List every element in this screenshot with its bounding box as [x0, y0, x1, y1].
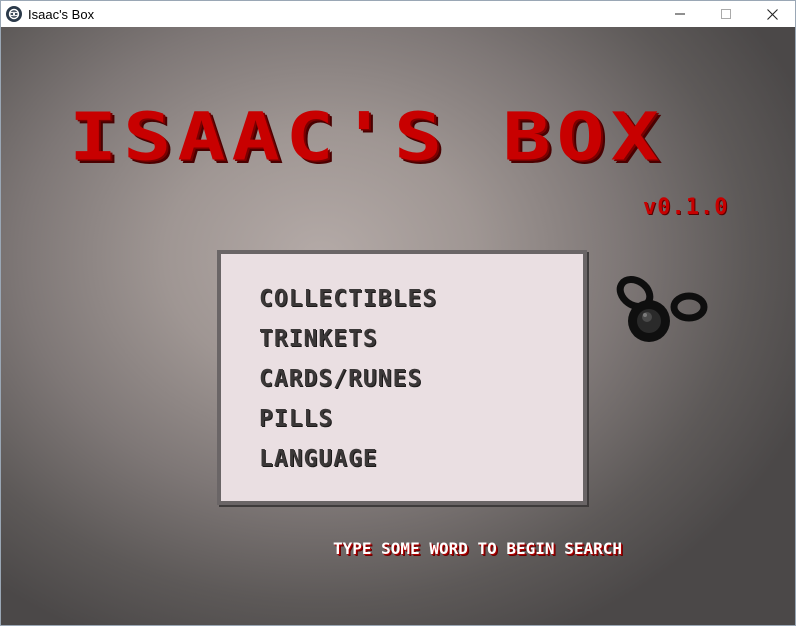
bomb-icon	[616, 276, 708, 342]
menu-item-language[interactable]: LANGUAGE	[259, 444, 437, 484]
close-icon	[766, 8, 778, 20]
menu-item-cards-runes[interactable]: CARDS/RUNES	[259, 364, 437, 404]
app-window: Isaac's Box ISAAC'S BOX v0.1.0 COLLECTIB…	[0, 0, 796, 626]
menu-item-collectibles[interactable]: COLLECTIBLES	[259, 284, 437, 324]
main-menu-panel: COLLECTIBLES TRINKETS CARDS/RUNES PILLS …	[217, 250, 587, 505]
main-content: ISAAC'S BOX v0.1.0 COLLECTIBLES TRINKETS…	[1, 27, 795, 625]
title-bar[interactable]: Isaac's Box	[1, 1, 795, 27]
maximize-button[interactable]	[703, 1, 749, 27]
maximize-icon	[721, 9, 731, 19]
menu-item-trinkets[interactable]: TRINKETS	[259, 324, 437, 364]
app-logo: ISAAC'S BOX	[69, 98, 665, 176]
window-title: Isaac's Box	[28, 6, 95, 22]
main-menu: COLLECTIBLES TRINKETS CARDS/RUNES PILLS …	[259, 284, 437, 484]
minimize-button[interactable]	[657, 1, 703, 27]
version-label: v0.1.0	[643, 195, 729, 220]
app-icon	[6, 6, 22, 22]
menu-item-pills[interactable]: PILLS	[259, 404, 437, 444]
window-controls	[657, 1, 795, 27]
minimize-icon	[675, 13, 685, 15]
close-button[interactable]	[749, 1, 795, 27]
search-hint: TYPE SOME WORD TO BEGIN SEARCH	[333, 539, 622, 558]
